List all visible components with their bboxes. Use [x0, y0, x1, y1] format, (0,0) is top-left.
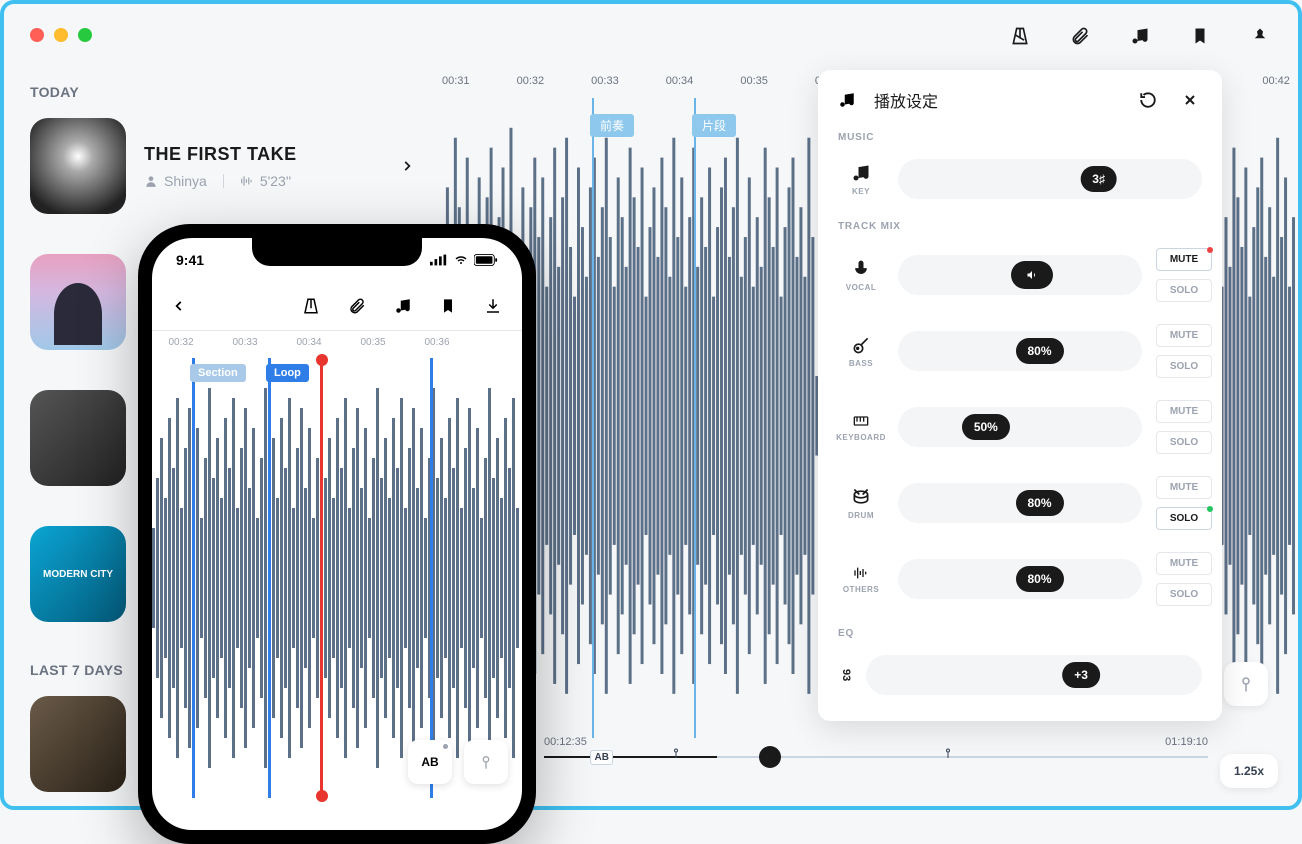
others-solo-button[interactable]: SOLO	[1156, 583, 1212, 606]
track-artist: Shinya	[164, 173, 207, 189]
eq-row-1: 93 +3	[818, 649, 1222, 711]
phone-waveform-area[interactable]: Section Loop AB	[152, 358, 522, 798]
status-time: 9:41	[176, 252, 204, 268]
metronome-icon[interactable]	[302, 297, 320, 315]
vocal-mute-button[interactable]: MUTE	[1156, 248, 1212, 271]
waveform-mini-icon	[240, 174, 254, 188]
phone-marker-loop-end[interactable]	[430, 358, 433, 798]
bookmark-icon[interactable]	[440, 297, 456, 315]
vocal-knob[interactable]	[1011, 261, 1053, 289]
metronome-icon[interactable]	[1008, 24, 1032, 48]
track-thumbnail-4[interactable]: MODERN CITY	[30, 526, 126, 622]
top-toolbar	[1008, 24, 1272, 48]
track-thumbnail-3[interactable]	[30, 390, 126, 486]
marker-intro[interactable]: 前奏	[592, 98, 594, 738]
pin-float-button[interactable]	[1224, 662, 1268, 706]
battery-icon	[474, 254, 498, 266]
track-meta: THE FIRST TAKE Shinya 5'23''	[144, 144, 382, 189]
phone-marker-loop-start[interactable]: Loop	[268, 358, 271, 798]
track-thumbnail	[30, 118, 126, 214]
progress-slider[interactable]: AB	[544, 756, 1208, 758]
section-today-label: TODAY	[30, 84, 434, 100]
bass-slider[interactable]: 80%	[898, 331, 1142, 371]
waveform-icon	[851, 565, 871, 581]
section-trackmix-label: TRACK MIX	[818, 215, 1222, 242]
bookmark-icon[interactable]	[1188, 24, 1212, 48]
phone-ab-button[interactable]: AB	[408, 740, 452, 784]
music-note-icon[interactable]	[1128, 24, 1152, 48]
music-note-icon	[838, 91, 856, 109]
drum-mute-button[interactable]: MUTE	[1156, 476, 1212, 499]
phone-marker-section[interactable]: Section	[192, 358, 195, 798]
phone-waveform-svg	[152, 358, 522, 798]
guitar-icon	[851, 335, 871, 355]
artist-icon	[144, 174, 158, 188]
signal-icon	[430, 254, 448, 266]
others-mute-button[interactable]: MUTE	[1156, 552, 1212, 575]
phone-ruler[interactable]: 00:32 00:33 00:34 00:35 00:36	[152, 330, 522, 358]
playback-settings-panel: 播放设定 MUSIC KEY 3♯ TRACK MIX VOCAL MUTE S…	[818, 70, 1222, 721]
key-slider-row: KEY 3♯	[818, 153, 1222, 215]
track-bass-row: BASS 80% MUTE SOLO	[818, 318, 1222, 394]
phone-toolbar	[152, 282, 522, 330]
ab-marker[interactable]: AB	[590, 750, 612, 765]
close-icon[interactable]	[1178, 88, 1202, 112]
minimize-window[interactable]	[54, 28, 68, 42]
chevron-right-icon[interactable]	[400, 159, 414, 173]
track-drum-row: DRUM 80% MUTE SOLO	[818, 470, 1222, 546]
download-icon[interactable]	[484, 297, 502, 315]
track-thumbnail-5[interactable]	[30, 696, 126, 792]
eq-slider-1[interactable]: +3	[866, 655, 1202, 695]
playback-speed[interactable]: 1.25x	[1220, 754, 1278, 788]
current-time: 00:12:35	[544, 736, 587, 748]
eq-freq-label: 93	[838, 669, 852, 681]
piano-icon	[851, 413, 871, 429]
marker-segment[interactable]: 片段	[694, 98, 696, 738]
drum-solo-button[interactable]: SOLO	[1156, 507, 1212, 530]
track-row-first-take[interactable]: THE FIRST TAKE Shinya 5'23''	[30, 118, 434, 214]
section-music-label: MUSIC	[818, 126, 1222, 153]
track-vocal-row: VOCAL MUTE SOLO	[818, 242, 1222, 318]
track-duration: 5'23''	[260, 173, 291, 189]
others-slider[interactable]: 80%	[898, 559, 1142, 599]
maximize-window[interactable]	[78, 28, 92, 42]
keyboard-mute-button[interactable]: MUTE	[1156, 400, 1212, 423]
microphone-icon	[851, 259, 871, 279]
track-thumbnail-2[interactable]	[30, 254, 126, 350]
back-icon[interactable]	[172, 299, 186, 313]
panel-title: 播放设定	[874, 88, 1118, 112]
vocal-solo-button[interactable]: SOLO	[1156, 279, 1212, 302]
keyboard-solo-button[interactable]: SOLO	[1156, 431, 1212, 454]
keyboard-slider[interactable]: 50%	[898, 407, 1142, 447]
key-slider[interactable]: 3♯	[898, 159, 1202, 199]
progress-pin-2[interactable]	[942, 746, 954, 760]
music-note-icon[interactable]	[394, 297, 412, 315]
undo-icon[interactable]	[1136, 88, 1160, 112]
wifi-icon	[453, 254, 469, 266]
bass-solo-button[interactable]: SOLO	[1156, 355, 1212, 378]
phone-mockup: 9:41 00:32 00:33 00:34 00:35 00:36	[138, 224, 536, 844]
bass-mute-button[interactable]: MUTE	[1156, 324, 1212, 347]
pin-icon[interactable]	[1248, 24, 1272, 48]
window-controls	[30, 28, 92, 42]
key-icon	[851, 163, 871, 183]
close-window[interactable]	[30, 28, 44, 42]
section-eq-label: EQ	[818, 622, 1222, 649]
phone-playhead[interactable]	[320, 358, 323, 798]
drum-icon	[851, 487, 871, 507]
phone-pin-button[interactable]	[464, 740, 508, 784]
track-keyboard-row: KEYBOARD 50% MUTE SOLO	[818, 394, 1222, 470]
attachment-icon[interactable]	[348, 297, 366, 315]
total-time: 01:19:10	[1165, 736, 1208, 748]
track-others-row: OTHERS 80% MUTE SOLO	[818, 546, 1222, 622]
player-bar: 00:12:35 01:19:10 AB 1.25x	[544, 736, 1278, 796]
attachment-icon[interactable]	[1068, 24, 1092, 48]
drum-slider[interactable]: 80%	[898, 483, 1142, 523]
phone-notch	[252, 238, 422, 266]
track-title: THE FIRST TAKE	[144, 144, 382, 165]
progress-pin-1[interactable]	[670, 746, 682, 760]
vocal-slider[interactable]	[898, 255, 1142, 295]
